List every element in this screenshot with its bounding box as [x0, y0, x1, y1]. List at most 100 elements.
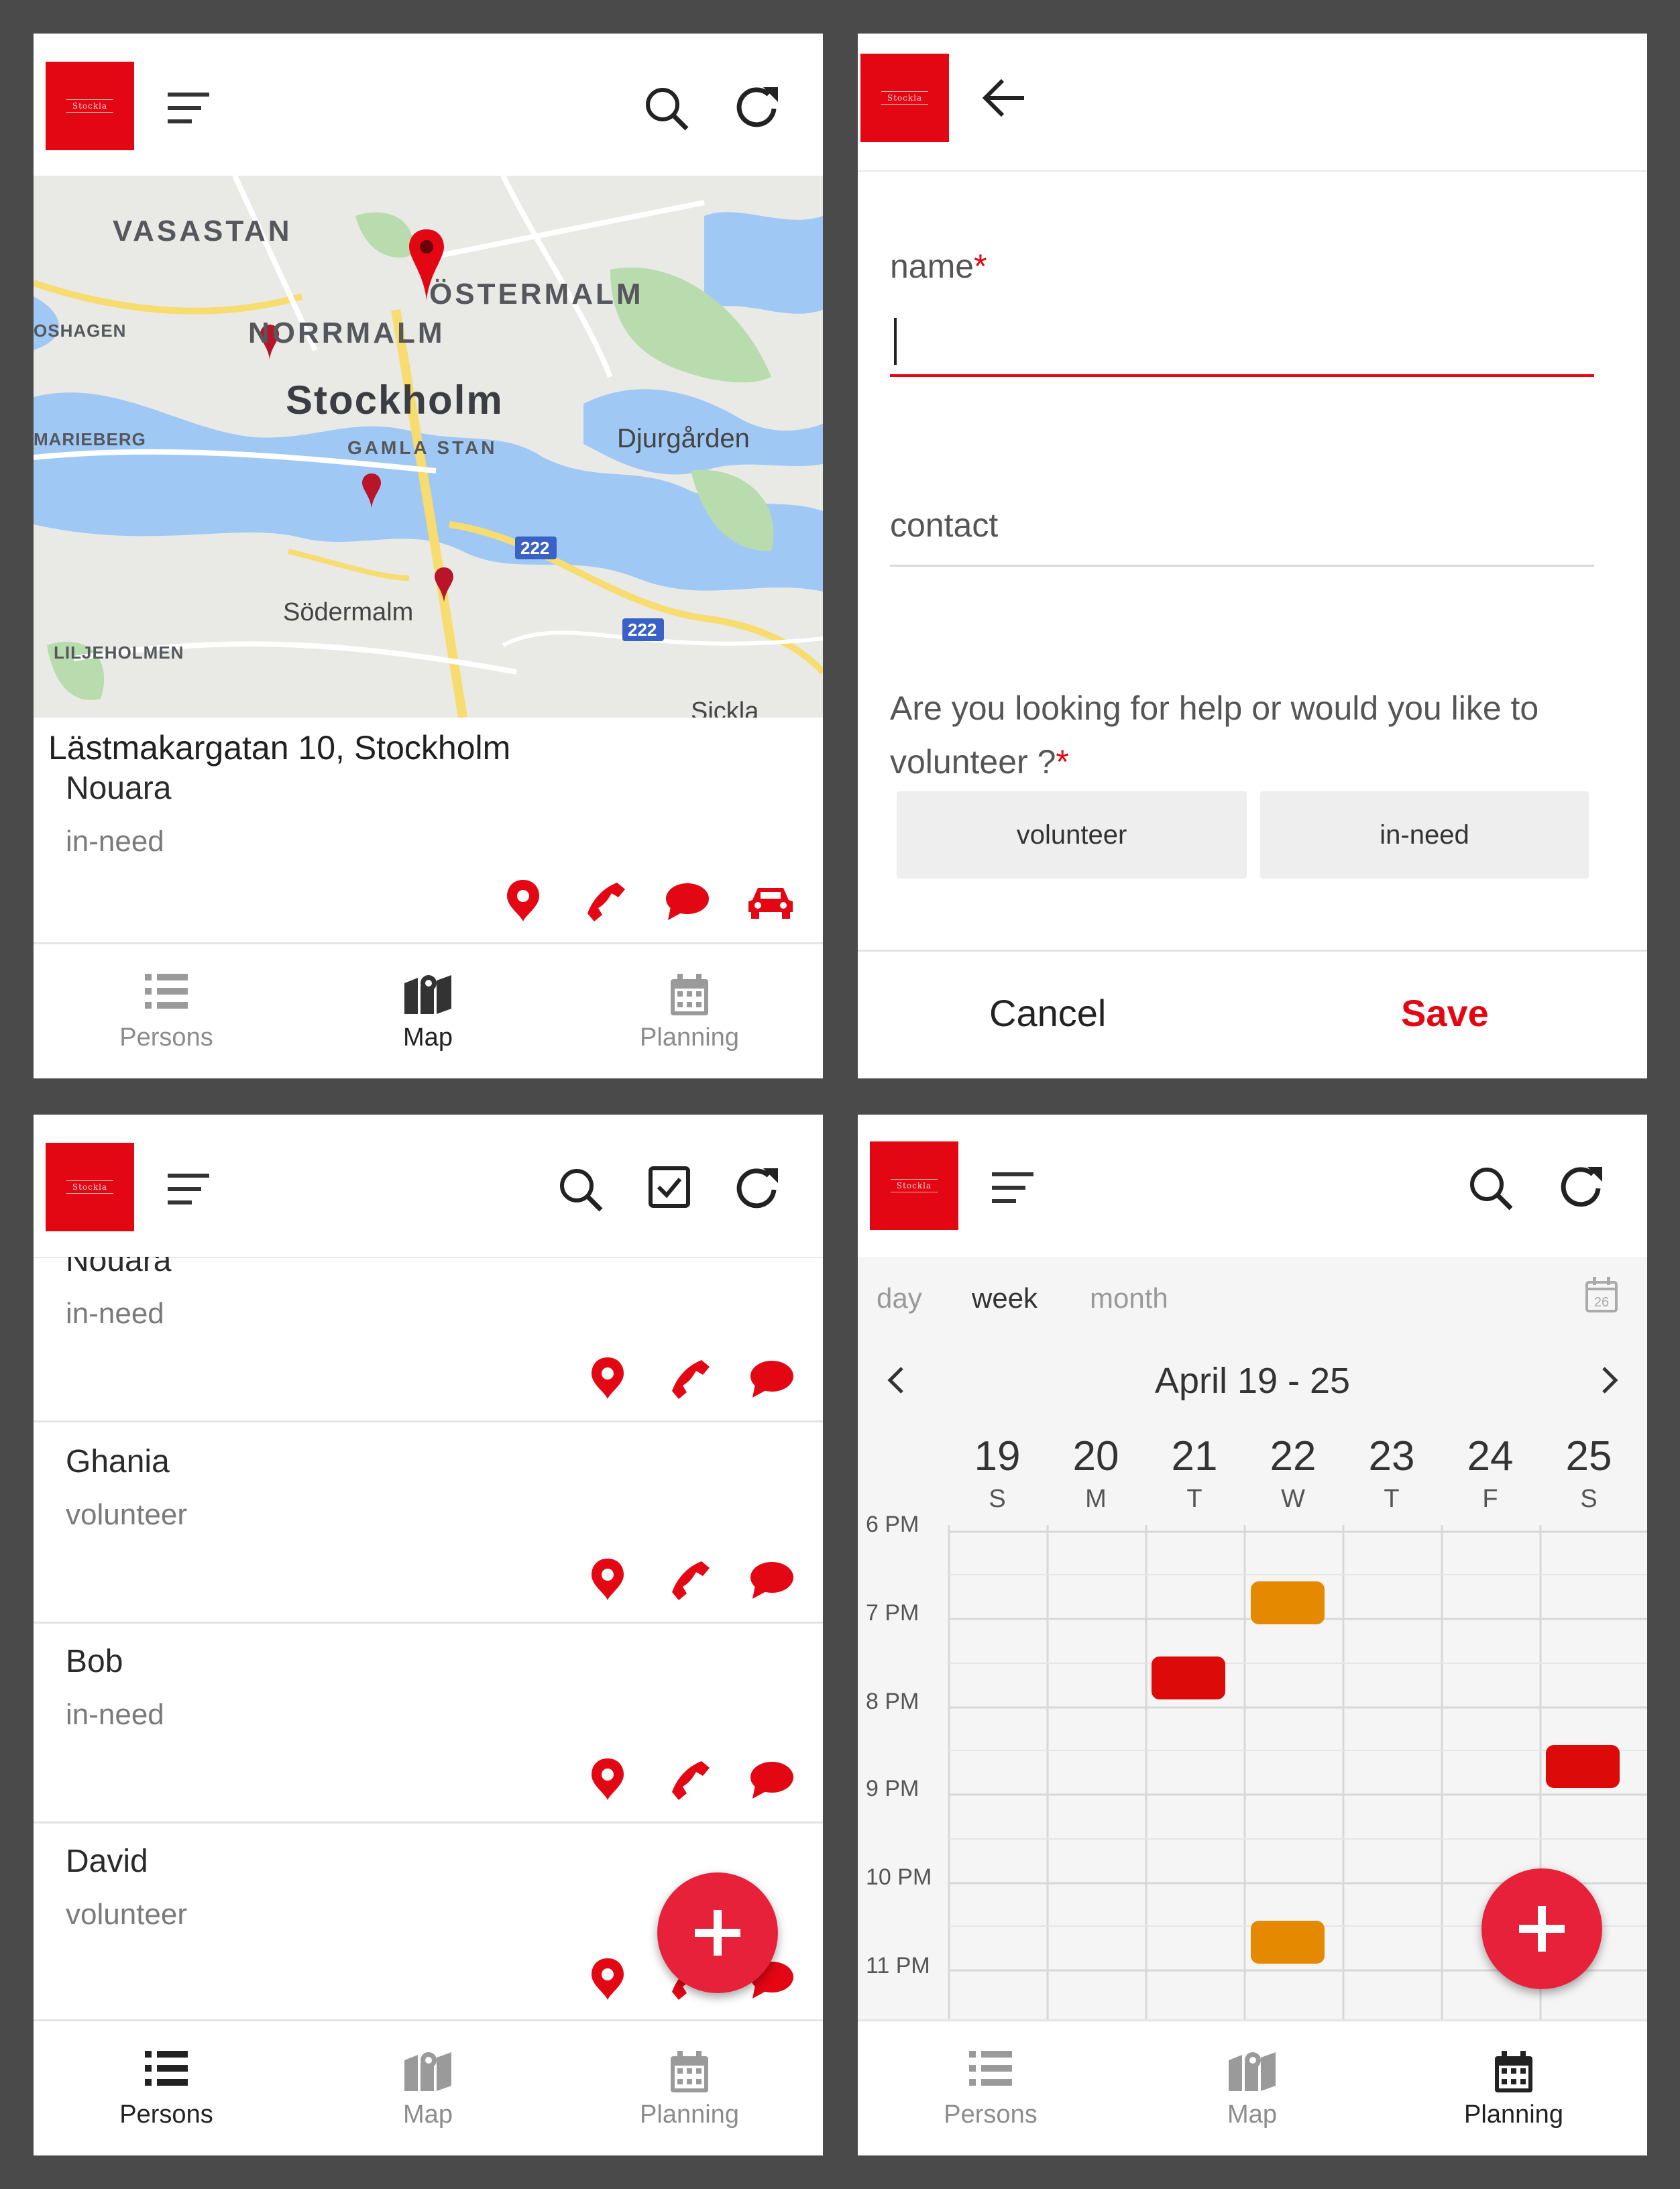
- route-shield-222-b: 222: [628, 620, 657, 640]
- checkbox-icon[interactable]: [648, 1166, 691, 1209]
- nav-persons[interactable]: Persons: [859, 2021, 1122, 2155]
- person-role: in-need: [66, 825, 164, 858]
- top-bar: Stockla: [858, 1115, 1647, 1258]
- phone-icon[interactable]: [669, 1357, 711, 1399]
- map-label-liljeholmen: LILJEHOLMEN: [54, 642, 184, 663]
- map-label-djurgarden: Djurgården: [617, 424, 750, 453]
- view-month-tab[interactable]: month: [1090, 1282, 1168, 1314]
- chat-icon[interactable]: [750, 1761, 794, 1799]
- car-icon[interactable]: [748, 884, 793, 919]
- nav-persons[interactable]: Persons: [35, 2021, 298, 2155]
- nav-planning-label: Planning: [1464, 2100, 1563, 2129]
- map-label-norrmalm: NORRMALM: [248, 317, 445, 349]
- day-letter: S: [1580, 1485, 1598, 1513]
- chat-icon[interactable]: [750, 1561, 794, 1599]
- planning-screen: Stockla day week month 26 April 19 - 25 …: [858, 1115, 1647, 2155]
- menu-icon[interactable]: [168, 1172, 212, 1206]
- location-pin-icon[interactable]: [590, 1559, 625, 1600]
- bottom-nav: Persons Map Planning: [858, 2019, 1647, 2155]
- hour-label: 9 PM: [866, 1776, 919, 1801]
- menu-icon[interactable]: [992, 1171, 1036, 1204]
- chat-icon[interactable]: [750, 1360, 794, 1398]
- location-pin-icon[interactable]: [506, 880, 541, 921]
- required-asterisk: *: [974, 247, 987, 285]
- volunteer-option[interactable]: volunteer: [897, 791, 1247, 879]
- phone-icon[interactable]: [669, 1758, 711, 1800]
- nav-map[interactable]: Map: [296, 2021, 559, 2155]
- refresh-icon[interactable]: [1558, 1163, 1608, 1213]
- day-letter: W: [1281, 1485, 1305, 1513]
- app-logo: Stockla: [870, 1141, 958, 1230]
- nav-planning-label: Planning: [640, 2100, 739, 2129]
- location-pin-icon[interactable]: [590, 1958, 625, 2000]
- map-label-sodermalm: Södermalm: [283, 598, 414, 626]
- nav-map-label: Map: [403, 1023, 453, 1052]
- map-view[interactable]: VASASTAN ÖSTERMALM NORRMALM Stockholm GA…: [34, 176, 823, 718]
- day-number[interactable]: 22: [1246, 1433, 1340, 1480]
- nav-planning[interactable]: Planning: [1382, 2021, 1645, 2155]
- search-icon[interactable]: [557, 1166, 605, 1214]
- day-letter: T: [1186, 1485, 1202, 1513]
- contact-input[interactable]: [890, 503, 1594, 570]
- name-input[interactable]: [890, 308, 1594, 389]
- map-label-vasastan: VASASTAN: [113, 215, 292, 247]
- day-letter: F: [1482, 1485, 1498, 1513]
- day-number[interactable]: 20: [1049, 1433, 1143, 1480]
- nav-planning[interactable]: Planning: [558, 944, 821, 1078]
- calendar-event[interactable]: [1251, 1581, 1325, 1624]
- phone-icon[interactable]: [669, 1559, 711, 1600]
- nav-map[interactable]: Map: [296, 944, 559, 1078]
- location-pin-icon[interactable]: [590, 1758, 625, 1800]
- hour-label: 6 PM: [866, 1512, 919, 1537]
- plus-icon: [695, 1910, 740, 1956]
- nav-persons[interactable]: Persons: [35, 944, 298, 1078]
- nav-map[interactable]: Map: [1121, 2021, 1384, 2155]
- chat-icon[interactable]: [665, 883, 710, 920]
- bottom-nav: Persons Map Planning: [34, 942, 823, 1078]
- day-number[interactable]: 21: [1147, 1433, 1241, 1480]
- menu-icon[interactable]: [168, 91, 212, 125]
- person-name: Ghania: [66, 1444, 170, 1479]
- view-day-tab[interactable]: day: [877, 1282, 922, 1314]
- search-icon[interactable]: [642, 85, 691, 133]
- person-role: in-need: [66, 1297, 164, 1330]
- map-screen: Stockla VASASTAN ÖSTERMALM NORRMALM Stoc…: [34, 34, 823, 1078]
- day-number[interactable]: 25: [1542, 1433, 1636, 1480]
- calendar-event[interactable]: [1251, 1921, 1325, 1964]
- map-label-gamla-stan: GAMLA STAN: [347, 437, 498, 458]
- day-number[interactable]: 19: [950, 1433, 1044, 1480]
- top-bar: Stockla: [34, 1115, 823, 1258]
- view-week-tab[interactable]: week: [972, 1282, 1038, 1314]
- day-letter: M: [1085, 1485, 1107, 1513]
- day-number[interactable]: 24: [1443, 1433, 1537, 1480]
- map-label-sickla: Sickla: [691, 697, 759, 718]
- refresh-icon[interactable]: [734, 83, 783, 133]
- day-number[interactable]: 23: [1345, 1433, 1439, 1480]
- question-text: Are you looking for help or would you li…: [890, 689, 1539, 781]
- cancel-button[interactable]: Cancel: [989, 991, 1106, 1035]
- search-icon[interactable]: [1467, 1164, 1515, 1213]
- save-button[interactable]: Save: [1401, 991, 1489, 1035]
- nav-persons-label: Persons: [119, 1023, 213, 1052]
- in-need-option[interactable]: in-need: [1260, 791, 1589, 879]
- map-icon: [404, 974, 451, 1017]
- top-bar: Stockla: [34, 34, 823, 177]
- add-person-button[interactable]: [657, 1872, 778, 1993]
- location-pin-icon[interactable]: [590, 1357, 625, 1399]
- calendar-event[interactable]: [1546, 1745, 1620, 1788]
- calendar-event[interactable]: [1152, 1657, 1225, 1699]
- phone-icon[interactable]: [585, 880, 626, 921]
- refresh-icon[interactable]: [734, 1164, 783, 1214]
- person-role: volunteer: [66, 1498, 188, 1531]
- list-icon: [145, 974, 188, 1012]
- nav-planning[interactable]: Planning: [558, 2021, 821, 2155]
- calendar-today-icon[interactable]: 26: [1585, 1277, 1618, 1313]
- next-week-icon[interactable]: [1600, 1365, 1620, 1395]
- calendar-icon: [671, 974, 708, 1019]
- nav-planning-label: Planning: [640, 1023, 739, 1052]
- back-arrow-icon[interactable]: [981, 78, 1025, 118]
- add-event-button[interactable]: [1481, 1868, 1602, 1989]
- row-divider: [34, 1420, 823, 1422]
- add-person-form-screen: Stockla name* contact Are you looking fo…: [858, 34, 1647, 1078]
- plus-icon: [1519, 1906, 1565, 1952]
